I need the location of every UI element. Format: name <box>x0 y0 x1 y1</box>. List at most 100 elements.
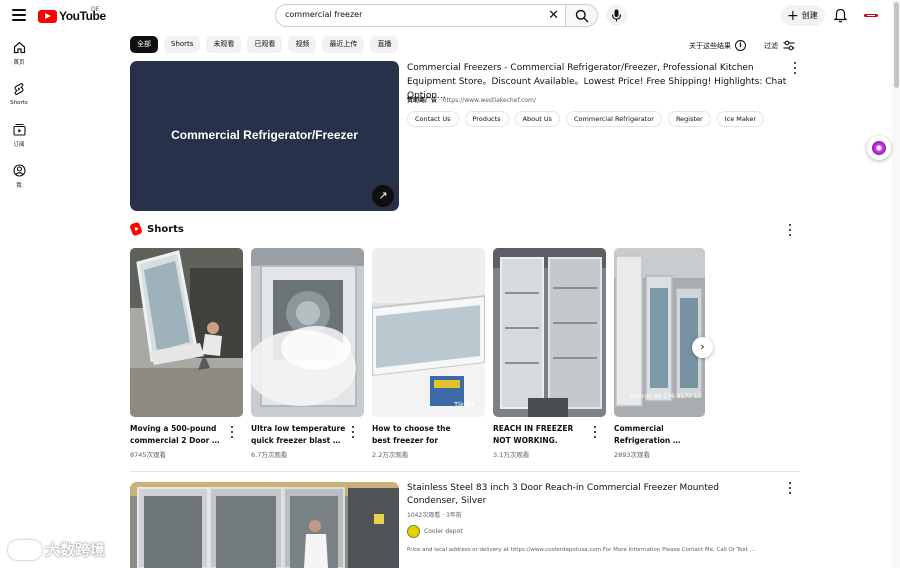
filter-label: 过滤 <box>764 41 778 50</box>
short-card[interactable]: REACH IN FREEZER NOT WORKING. #hvac… 3.1… <box>493 248 606 459</box>
search-button[interactable] <box>565 4 598 27</box>
youtube-play-icon <box>38 9 57 23</box>
you-icon <box>12 164 26 177</box>
shorts-icon <box>14 82 24 96</box>
filter-sliders-icon <box>783 40 795 51</box>
short-title[interactable]: Moving a 500-pound commercial 2 Door … <box>130 423 226 446</box>
sidebar-item-you[interactable]: 我 <box>0 159 38 200</box>
chip-shorts[interactable]: Shorts <box>164 36 201 53</box>
ad-thumbnail-title: Commercial Refrigerator/Freezer <box>171 128 358 142</box>
external-link-icon[interactable]: ↗ <box>372 185 394 207</box>
about-results-label: 关于这些结果 <box>689 41 731 50</box>
clear-search-icon[interactable]: ✕ <box>548 8 559 23</box>
create-button[interactable]: + 创建 <box>781 5 825 26</box>
shorts-shelf-more-icon[interactable] <box>788 224 792 236</box>
short-title[interactable]: How to choose the best freezer for busin… <box>372 423 468 446</box>
short-card[interactable]: TikTok How to choose the best freezer fo… <box>372 248 485 459</box>
tiktok-watermark: TikTok <box>453 401 476 409</box>
chip-live[interactable]: 直播 <box>370 36 399 53</box>
microphone-icon <box>611 9 622 22</box>
menu-icon[interactable] <box>12 9 26 21</box>
voice-search-button[interactable] <box>606 5 627 26</box>
ad-sponsor-line: 赞助商广告 · https://www.westlakechef.com/ <box>407 97 536 104</box>
ad-url[interactable]: https://www.westlakechef.com/ <box>443 97 536 104</box>
short-thumbnail[interactable] <box>130 248 243 417</box>
short-title[interactable]: REACH IN FREEZER NOT WORKING. #hvac… <box>493 423 589 446</box>
account-avatar[interactable] <box>863 9 879 23</box>
short-views: 8745次观看 <box>130 451 167 459</box>
short-card[interactable]: Moving a 500-pound commercial 2 Door … 8… <box>130 248 243 459</box>
short-thumbnail[interactable] <box>251 248 364 417</box>
short-views: 2893次观看 <box>614 451 651 459</box>
short-more-icon[interactable] <box>593 426 597 438</box>
sponsored-label: 赞助商广告 <box>407 97 438 104</box>
floating-assistant-icon[interactable] <box>867 136 891 160</box>
video-title[interactable]: Stainless Steel 83 inch 3 Door Reach-in … <box>407 482 767 508</box>
about-results-button[interactable]: 关于这些结果 i <box>689 40 746 51</box>
video-description: Price and local address or delivery at h… <box>407 547 756 553</box>
sidebar-item-shorts[interactable]: Shorts <box>0 77 38 118</box>
top-bar: YouTube DE commercial freezer ✕ + 创建 <box>0 0 892 32</box>
chip-unwatched[interactable]: 未观看 <box>206 36 242 53</box>
sidebar-item-home[interactable]: 首页 <box>0 36 38 77</box>
short-more-icon[interactable] <box>230 426 234 438</box>
short-views: 3.1万次观看 <box>493 451 530 459</box>
ad-link-register[interactable]: Register <box>667 111 711 127</box>
short-views: 6.7万次观看 <box>251 451 288 459</box>
watermark: 大数跨境 <box>8 539 105 560</box>
chip-watched[interactable]: 已观看 <box>247 36 283 53</box>
channel-avatar[interactable] <box>407 525 420 538</box>
info-icon: i <box>735 40 746 51</box>
ad-more-icon[interactable] <box>793 62 797 74</box>
video-meta: 1042次观看 · 3年前 <box>407 512 462 519</box>
channel-name[interactable]: Cooler depot <box>424 528 463 535</box>
sidebar-label-you: 我 <box>16 183 22 189</box>
ad-link-ice-maker[interactable]: Ice Maker <box>716 111 765 127</box>
short-thumbnail[interactable] <box>493 248 606 417</box>
ad-link-commercial-refrigerator[interactable]: Commercial Refrigerator <box>566 111 662 127</box>
phone-watermark: George 86 176 6177 17 <box>630 393 702 400</box>
search-icon <box>575 9 589 23</box>
divider <box>130 471 800 472</box>
ad-link-contact-us[interactable]: Contact Us <box>407 111 459 127</box>
shorts-heading-text: Shorts <box>147 223 184 235</box>
short-thumbnail[interactable]: George 86 176 6177 17 <box>614 248 705 417</box>
chip-all[interactable]: 全部 <box>130 36 158 53</box>
short-title[interactable]: Ultra low temperature quick freezer blas… <box>251 423 347 446</box>
sidebar-item-subscriptions[interactable]: 订阅 <box>0 118 38 159</box>
search-query[interactable]: commercial freezer <box>285 10 362 19</box>
sidebar-label-subscriptions: 订阅 <box>13 142 25 148</box>
scrollbar-thumb[interactable] <box>894 2 899 88</box>
filter-button[interactable]: 过滤 <box>764 40 795 51</box>
region-label: DE <box>91 6 100 13</box>
ad-sitelinks: Contact Us Products About Us Commercial … <box>407 111 765 127</box>
watermark-text: 大数跨境 <box>45 541 106 559</box>
shorts-next-arrow-icon[interactable]: › <box>692 337 713 358</box>
short-thumbnail[interactable]: TikTok <box>372 248 485 417</box>
chip-videos[interactable]: 视频 <box>288 36 317 53</box>
search-input[interactable]: commercial freezer ✕ <box>275 4 565 27</box>
short-title[interactable]: Commercial Refrigeration … <box>614 423 710 446</box>
short-card[interactable]: George 86 176 6177 17 Commercial Refrige… <box>614 248 705 459</box>
chip-recently-uploaded[interactable]: 最近上传 <box>322 36 365 53</box>
create-label: 创建 <box>801 11 818 20</box>
short-card[interactable]: Ultra low temperature quick freezer blas… <box>251 248 364 459</box>
ad-link-about-us[interactable]: About Us <box>514 111 561 127</box>
ad-thumbnail[interactable]: Commercial Refrigerator/Freezer <box>130 61 399 211</box>
notifications-bell-icon[interactable] <box>834 8 847 23</box>
home-icon <box>13 41 25 54</box>
sidebar-label-shorts: Shorts <box>10 100 28 106</box>
shorts-logo-icon <box>129 221 143 237</box>
account-avatar-icon <box>864 14 878 17</box>
ad-link-products[interactable]: Products <box>464 111 509 127</box>
short-views: 2.2万次观看 <box>372 451 409 459</box>
video-more-icon[interactable] <box>788 482 792 494</box>
short-more-icon[interactable] <box>351 426 355 438</box>
video-channel[interactable]: Cooler depot <box>407 525 463 538</box>
sidebar: 首页 Shorts 订阅 我 <box>0 36 38 200</box>
subscriptions-icon <box>12 124 26 136</box>
watermark-logo-icon <box>8 539 42 560</box>
video-thumbnail[interactable] <box>130 482 399 568</box>
shorts-shelf-heading: Shorts <box>129 221 184 237</box>
plus-icon: + <box>787 7 799 24</box>
